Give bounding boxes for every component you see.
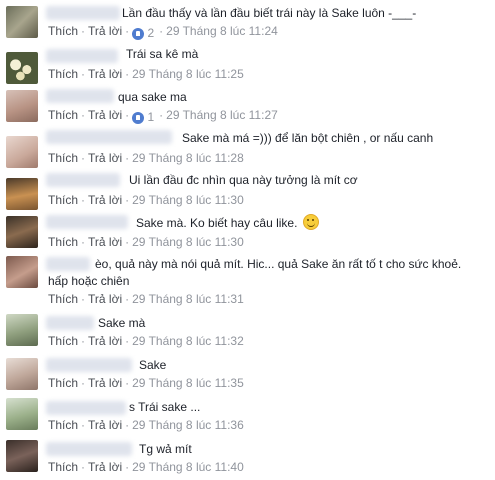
avatar[interactable]	[6, 52, 38, 84]
comment-actions: Thích · Trả lời · 29 Tháng 8 lúc 11:35	[48, 376, 244, 390]
avatar[interactable]	[6, 136, 38, 168]
comment-text: Sake mà má =))) để lăn bột chiên , or nấ…	[182, 131, 434, 145]
comment-timestamp[interactable]: 29 Tháng 8 lúc 11:36	[132, 418, 244, 432]
reaction-summary[interactable]: 1	[132, 109, 154, 125]
commenter-name-blurred[interactable]	[46, 130, 172, 144]
comment-text: Ui lần đầu đc nhìn qua này tưởng là mít …	[129, 173, 358, 187]
reply-button[interactable]: Trả lời	[88, 151, 122, 165]
reply-button[interactable]: Trả lời	[88, 418, 122, 432]
commenter-name-blurred[interactable]	[46, 89, 114, 103]
comment-timestamp[interactable]: 29 Tháng 8 lúc 11:28	[132, 151, 244, 165]
comment-actions: Thích · Trả lời · 1 · 29 Tháng 8 lúc 11:27	[48, 108, 278, 125]
avatar[interactable]	[6, 256, 38, 288]
like-button[interactable]: Thích	[48, 460, 78, 474]
smile-emoji-icon	[303, 214, 320, 230]
commenter-name-blurred[interactable]	[46, 316, 94, 330]
comment-text: s Trái sake ...	[129, 400, 201, 414]
reply-button[interactable]: Trả lời	[88, 193, 122, 207]
avatar[interactable]	[6, 358, 38, 390]
like-button[interactable]: Thích	[48, 24, 78, 38]
comment-text: Sake	[139, 358, 167, 372]
commenter-name-blurred[interactable]	[46, 6, 120, 20]
avatar[interactable]	[6, 314, 38, 346]
like-button[interactable]: Thích	[48, 376, 78, 390]
comment-timestamp[interactable]: 29 Tháng 8 lúc 11:31	[132, 292, 244, 306]
like-button[interactable]: Thích	[48, 235, 78, 249]
comment-timestamp[interactable]: 29 Tháng 8 lúc 11:30	[132, 193, 244, 207]
avatar[interactable]	[6, 6, 38, 38]
comment-actions: Thích · Trả lời · 29 Tháng 8 lúc 11:25	[48, 67, 244, 81]
reply-button[interactable]: Trả lời	[88, 460, 122, 474]
comment-actions: Thích · Trả lời · 29 Tháng 8 lúc 11:30	[48, 235, 244, 249]
commenter-name-blurred[interactable]	[46, 49, 118, 63]
comment-timestamp[interactable]: 29 Tháng 8 lúc 11:25	[132, 67, 244, 81]
comment-text-line2: hấp hoặc chiên	[48, 274, 130, 288]
comment-text: èo, quả này mà nói quả mít. Hic... quả S…	[95, 257, 462, 271]
reply-button[interactable]: Trả lời	[88, 376, 122, 390]
comment-text: Tg wả mít	[139, 442, 192, 456]
like-button[interactable]: Thích	[48, 334, 78, 348]
reply-button[interactable]: Trả lời	[88, 24, 122, 38]
comment-text: Lần đầu thấy và lần đầu biết trái này là…	[122, 6, 417, 20]
comment-text: Sake mà	[98, 316, 146, 330]
avatar[interactable]	[6, 440, 38, 472]
comment-actions: Thích · Trả lời · 2 · 29 Tháng 8 lúc 11:24	[48, 24, 278, 41]
avatar[interactable]	[6, 216, 38, 248]
comment-text: qua sake ma	[118, 90, 187, 104]
like-button[interactable]: Thích	[48, 418, 78, 432]
reply-button[interactable]: Trả lời	[88, 334, 122, 348]
avatar[interactable]	[6, 178, 38, 210]
commenter-name-blurred[interactable]	[46, 401, 126, 415]
commenter-name-blurred[interactable]	[46, 358, 132, 372]
reply-button[interactable]: Trả lời	[88, 292, 122, 306]
reply-button[interactable]: Trả lời	[88, 67, 122, 81]
comment-timestamp[interactable]: 29 Tháng 8 lúc 11:32	[132, 334, 244, 348]
comment-timestamp[interactable]: 29 Tháng 8 lúc 11:40	[132, 460, 244, 474]
comment-timestamp[interactable]: 29 Tháng 8 lúc 11:27	[166, 108, 278, 122]
like-button[interactable]: Thích	[48, 193, 78, 207]
comment-actions: Thích · Trả lời · 29 Tháng 8 lúc 11:30	[48, 193, 244, 207]
commenter-name-blurred[interactable]	[46, 442, 132, 456]
comment-text: Trái sa kê mà	[126, 47, 199, 61]
commenter-name-blurred[interactable]	[46, 257, 90, 271]
comment-actions: Thích · Trả lời · 29 Tháng 8 lúc 11:36	[48, 418, 244, 432]
like-reaction-icon	[132, 111, 145, 124]
like-button[interactable]: Thích	[48, 151, 78, 165]
comment-timestamp[interactable]: 29 Tháng 8 lúc 11:24	[166, 24, 278, 38]
comment-actions: Thích · Trả lời · 29 Tháng 8 lúc 11:32	[48, 334, 244, 348]
reply-button[interactable]: Trả lời	[88, 108, 122, 122]
avatar[interactable]	[6, 90, 38, 122]
like-button[interactable]: Thích	[48, 108, 78, 122]
like-button[interactable]: Thích	[48, 292, 78, 306]
like-button[interactable]: Thích	[48, 67, 78, 81]
comment-actions: Thích · Trả lời · 29 Tháng 8 lúc 11:40	[48, 460, 244, 474]
avatar[interactable]	[6, 398, 38, 430]
commenter-name-blurred[interactable]	[46, 215, 128, 229]
reply-button[interactable]: Trả lời	[88, 235, 122, 249]
comment-actions: Thích · Trả lời · 29 Tháng 8 lúc 11:31	[48, 292, 244, 306]
comment-actions: Thích · Trả lời · 29 Tháng 8 lúc 11:28	[48, 151, 244, 165]
comment-timestamp[interactable]: 29 Tháng 8 lúc 11:30	[132, 235, 244, 249]
like-reaction-icon	[132, 27, 145, 40]
reaction-summary[interactable]: 2	[132, 25, 154, 41]
comment-text: Sake mà. Ko biết hay câu like.	[136, 214, 320, 232]
comment-timestamp[interactable]: 29 Tháng 8 lúc 11:35	[132, 376, 244, 390]
commenter-name-blurred[interactable]	[46, 173, 120, 187]
